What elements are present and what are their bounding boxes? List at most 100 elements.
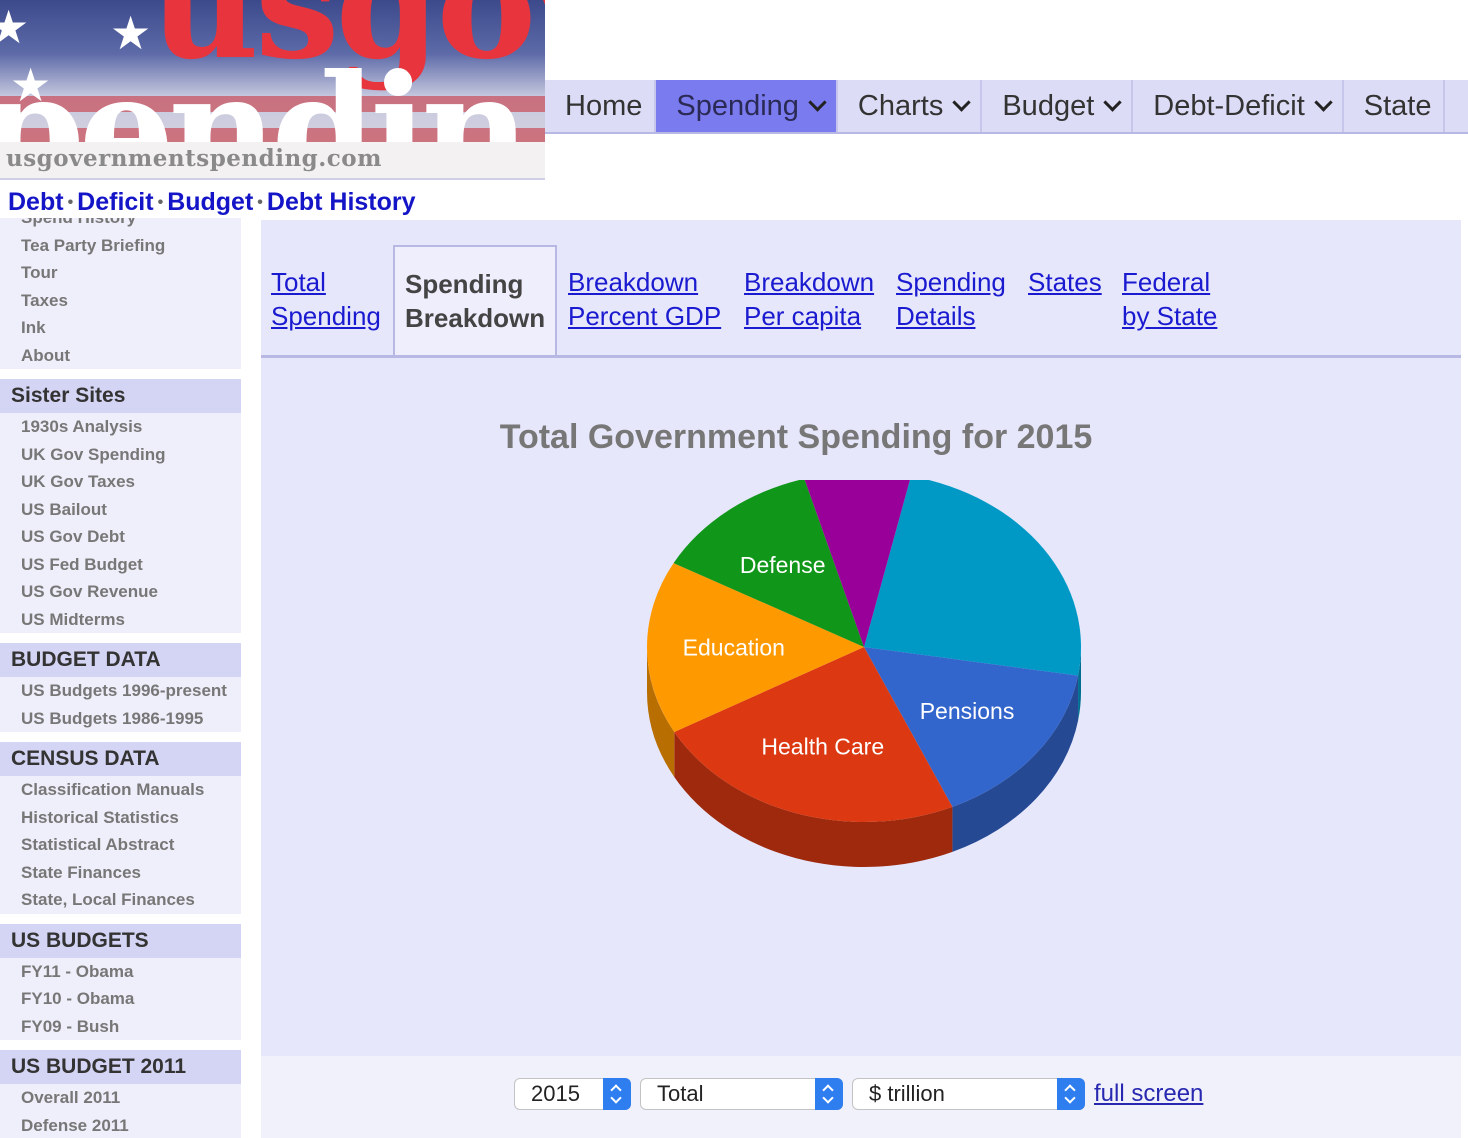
tab-breakdown-per-capita[interactable]: Breakdown Per capita bbox=[744, 265, 874, 333]
tab-label: Total bbox=[271, 267, 326, 297]
separator: • bbox=[67, 194, 74, 212]
tab-states[interactable]: States bbox=[1028, 265, 1102, 299]
pie-slice-label: Defense bbox=[740, 552, 826, 578]
sidebar-item[interactable]: US Midterms bbox=[0, 606, 241, 634]
tab-label: Breakdown bbox=[405, 303, 546, 333]
sidebar-item[interactable]: US Budgets 1986-1995 bbox=[0, 705, 241, 733]
sidebar-item[interactable]: About bbox=[0, 342, 241, 370]
sidebar-heading: US BUDGETS bbox=[0, 923, 241, 958]
sidebar-heading: CENSUS DATA bbox=[0, 742, 241, 776]
sidebar-item[interactable]: Defense 2011 bbox=[0, 1112, 241, 1138]
sidebar-item[interactable]: Spend History bbox=[0, 218, 241, 232]
sidebar-item[interactable]: Tour bbox=[0, 259, 241, 287]
sidebar-item[interactable]: FY09 - Bush bbox=[0, 1013, 241, 1041]
sidebar-item[interactable]: US Bailout bbox=[0, 496, 241, 524]
sidebar-item[interactable]: Ink bbox=[0, 314, 241, 342]
tab-federal-by-state[interactable]: Federal by State bbox=[1122, 265, 1217, 333]
sidebar-item[interactable]: Tea Party Briefing bbox=[0, 232, 241, 260]
tab-label: Percent GDP bbox=[568, 301, 722, 331]
sidebar-sister-sites: Sister Sites 1930s Analysis UK Gov Spend… bbox=[0, 379, 241, 633]
nav-state[interactable]: State bbox=[1344, 80, 1446, 132]
site-logo[interactable]: ★ ★ ★ usgov pendin usgovernmentspending.… bbox=[0, 0, 545, 180]
separator: • bbox=[157, 194, 164, 212]
sidebar-item[interactable]: Overall 2011 bbox=[0, 1084, 241, 1112]
sidebar-item[interactable]: US Gov Revenue bbox=[0, 578, 241, 606]
nav-spending[interactable]: Spending bbox=[656, 80, 838, 132]
tab-spending-details[interactable]: Spending Details bbox=[896, 265, 1006, 333]
sidebar-item[interactable]: State Finances bbox=[0, 859, 241, 887]
sidebar-heading: US BUDGET 2011 bbox=[0, 1050, 241, 1084]
year-select[interactable]: 2015 bbox=[514, 1078, 631, 1110]
sidebar-item[interactable]: UK Gov Spending bbox=[0, 441, 241, 469]
logo-url: usgovernmentspending.com bbox=[6, 145, 382, 172]
tab-label: Spending bbox=[271, 301, 381, 331]
tab-label: Per capita bbox=[744, 301, 862, 331]
sidebar-item[interactable]: UK Gov Taxes bbox=[0, 468, 241, 496]
main-content: Total Spending Spending Breakdown Breakd… bbox=[261, 220, 1461, 1138]
chevron-updown-icon bbox=[1057, 1078, 1085, 1110]
nav-charts[interactable]: Charts bbox=[838, 80, 983, 132]
full-screen-link[interactable]: full screen bbox=[1094, 1080, 1203, 1108]
nav-label: Spending bbox=[676, 89, 799, 122]
sidebar-item[interactable]: US Gov Debt bbox=[0, 523, 241, 551]
tab-label: Federal bbox=[1122, 267, 1211, 297]
tab-label: States bbox=[1028, 267, 1102, 297]
tab-label: Details bbox=[896, 301, 976, 331]
scope-select[interactable]: Total bbox=[640, 1078, 843, 1110]
sidebar-main-links: Spend History Tea Party Briefing Tour Ta… bbox=[0, 218, 241, 369]
debt-history-link[interactable]: Debt History bbox=[267, 188, 416, 216]
sidebar-item[interactable]: State, Local Finances bbox=[0, 886, 241, 914]
sidebar-us-budgets: US BUDGETS FY11 - Obama FY10 - Obama FY0… bbox=[0, 923, 241, 1041]
sidebar-item[interactable]: US Budgets 1996-present bbox=[0, 677, 241, 705]
sidebar-item[interactable]: 1930s Analysis bbox=[0, 413, 241, 441]
tab-label: Breakdown bbox=[568, 267, 699, 297]
tab-total-spending[interactable]: Total Spending bbox=[271, 265, 381, 333]
unit-select-value: $ trillion bbox=[869, 1081, 945, 1106]
pie-slice-label: Pensions bbox=[920, 698, 1015, 724]
sidebar-item[interactable]: FY11 - Obama bbox=[0, 958, 241, 986]
chart-title: Total Government Spending for 2015 bbox=[499, 418, 1093, 456]
tab-label: Spending bbox=[405, 269, 524, 299]
sidebar-heading: BUDGET DATA bbox=[0, 643, 241, 677]
nav-label: State bbox=[1363, 89, 1432, 122]
sidebar-item[interactable]: Historical Statistics bbox=[0, 804, 241, 832]
top-navigation: Home Spending Charts Budget Debt-Deficit Stat… bbox=[545, 80, 1468, 134]
sidebar-us-budget-2011: US BUDGET 2011 Overall 2011 Defense 2011 bbox=[0, 1050, 241, 1138]
unit-select[interactable]: $ trillion bbox=[852, 1078, 1085, 1110]
nav-home[interactable]: Home bbox=[545, 80, 657, 132]
chevron-down-icon bbox=[808, 92, 827, 112]
pie-slice-label: Education bbox=[683, 634, 785, 660]
year-select-value: 2015 bbox=[531, 1081, 580, 1106]
tab-label: Spending bbox=[896, 267, 1006, 297]
chart-tabs: Total Spending Spending Breakdown Breakd… bbox=[261, 245, 1461, 358]
tab-label: by State bbox=[1122, 301, 1218, 331]
nav-label: Debt-Deficit bbox=[1153, 89, 1305, 122]
nav-label: Budget bbox=[1002, 89, 1095, 122]
tab-spending-breakdown[interactable]: Spending Breakdown bbox=[393, 245, 557, 355]
deficit-link[interactable]: Deficit bbox=[77, 188, 153, 216]
sidebar-item[interactable]: US Fed Budget bbox=[0, 551, 241, 579]
budget-link[interactable]: Budget bbox=[167, 188, 253, 216]
nav-label: Home bbox=[565, 89, 643, 122]
nav-budget[interactable]: Budget bbox=[982, 80, 1134, 132]
sidebar: Spend History Tea Party Briefing Tour Ta… bbox=[0, 218, 241, 1138]
sidebar-item[interactable]: FY10 - Obama bbox=[0, 985, 241, 1013]
nav-label: Charts bbox=[857, 89, 944, 122]
sidebar-item[interactable]: Classification Manuals bbox=[0, 776, 241, 804]
chevron-down-icon bbox=[952, 92, 972, 112]
sidebar-item[interactable]: Statistical Abstract bbox=[0, 831, 241, 859]
separator: • bbox=[257, 194, 263, 212]
sidebar-item[interactable]: Taxes bbox=[0, 287, 241, 315]
sidebar-budget-data: BUDGET DATA US Budgets 1996-present US B… bbox=[0, 643, 241, 732]
sidebar-heading: Sister Sites bbox=[0, 379, 241, 413]
pie-slice-label: Health Care bbox=[761, 734, 884, 760]
chevron-updown-icon bbox=[815, 1078, 843, 1110]
pie-chart[interactable]: Pensions Health Care Education Defense bbox=[601, 480, 1121, 920]
tab-breakdown-percent-gdp[interactable]: Breakdown Percent GDP bbox=[568, 265, 721, 333]
chevron-down-icon bbox=[1103, 92, 1122, 112]
debt-link[interactable]: Debt bbox=[8, 188, 64, 216]
scope-select-value: Total bbox=[657, 1081, 704, 1106]
tab-label: Breakdown bbox=[744, 267, 875, 297]
nav-debt-deficit[interactable]: Debt-Deficit bbox=[1133, 80, 1344, 132]
chevron-down-icon bbox=[1314, 92, 1333, 112]
